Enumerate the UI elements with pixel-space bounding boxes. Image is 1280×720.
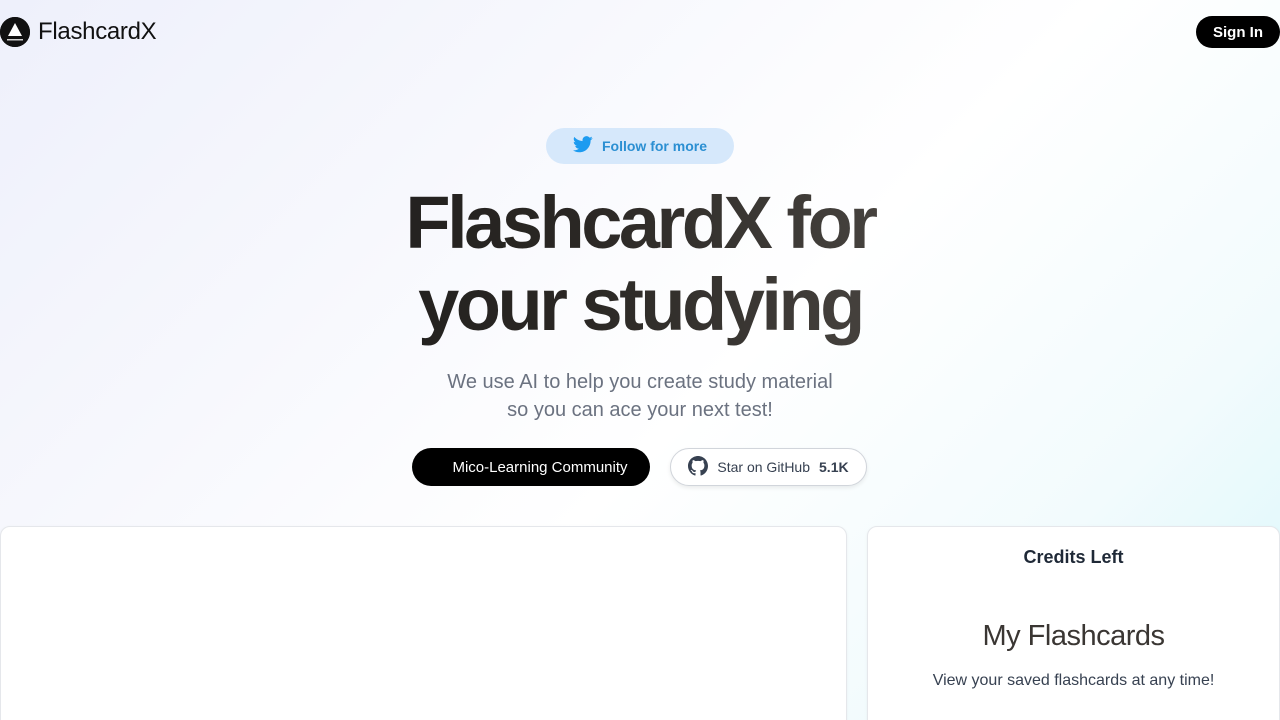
my-flashcards-subtitle: View your saved flashcards at any time! <box>932 672 1215 689</box>
headline-line-1: FlashcardX for <box>0 182 1280 264</box>
follow-label: Follow for more <box>602 138 707 154</box>
top-navbar: FlashcardX Sign In <box>0 0 1280 64</box>
brand-logo[interactable]: FlashcardX <box>0 17 157 47</box>
headline-line-2: your studying <box>0 264 1280 346</box>
community-button[interactable]: Mico-Learning Community <box>412 448 650 486</box>
my-flashcards-title[interactable]: My Flashcards <box>868 620 1279 653</box>
account-panel: Credits Left My Flashcards View your sav… <box>867 526 1280 720</box>
twitter-bird-icon <box>573 136 593 156</box>
flashcard-generator-panel <box>0 526 847 720</box>
github-label: Star on GitHub <box>717 459 811 475</box>
sign-in-button[interactable]: Sign In <box>1196 16 1280 48</box>
community-label: Mico-Learning Community <box>452 458 628 476</box>
github-icon <box>688 455 709 479</box>
github-star-button[interactable]: Star on GitHub 5.1K <box>670 448 867 486</box>
credits-left-title: Credits Left <box>1023 547 1124 567</box>
github-star-count: 5.1K <box>819 459 849 475</box>
hero-subtitle: We use AI to help you create study mater… <box>447 371 833 421</box>
follow-twitter-button[interactable]: Follow for more <box>546 128 734 164</box>
brand-name: FlashcardX <box>38 18 157 45</box>
triangle-logo-icon <box>0 17 30 47</box>
hero-headline: FlashcardX for your studying <box>0 182 1280 346</box>
